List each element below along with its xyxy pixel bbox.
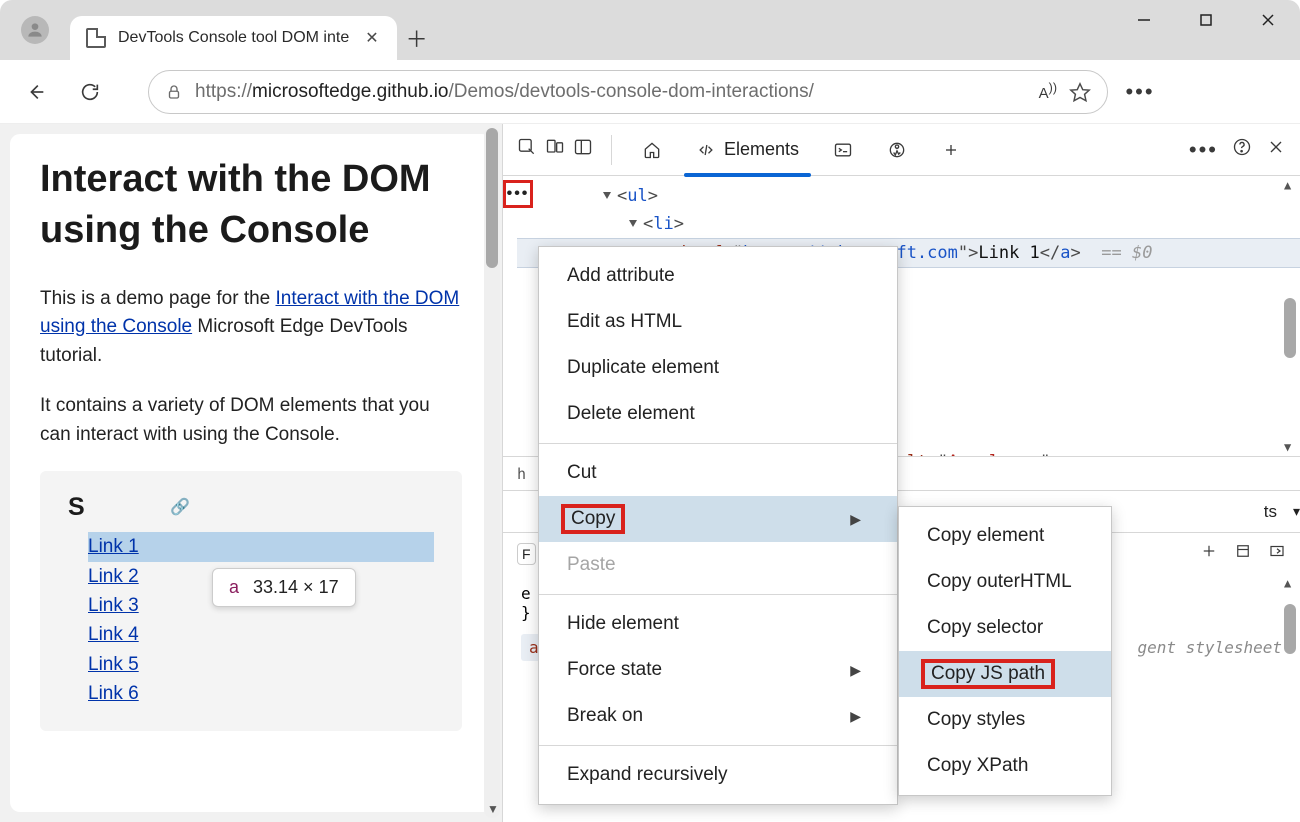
lock-icon [165, 83, 183, 101]
window-controls [1124, 4, 1288, 36]
scroll-down-arrow[interactable]: ▼ [1284, 440, 1291, 454]
submenu-copy-styles[interactable]: Copy styles [899, 697, 1111, 743]
scrollbar-thumb[interactable] [1284, 604, 1296, 654]
intro-paragraph-2: It contains a variety of DOM elements th… [40, 392, 462, 449]
menu-edit-as-html[interactable]: Edit as HTML [539, 299, 897, 345]
tooltip-tagname: a [229, 577, 239, 598]
close-window-button[interactable] [1248, 4, 1288, 36]
url-text: https://microsoftedge.github.io/Demos/de… [195, 81, 814, 103]
section-heading: S [68, 493, 434, 522]
favorite-icon[interactable] [1069, 81, 1091, 103]
browser-tab[interactable]: DevTools Console tool DOM inte ✕ [70, 16, 397, 60]
demo-link-4[interactable]: Link 4 [88, 620, 434, 649]
demo-link-6[interactable]: Link 6 [88, 679, 434, 708]
address-bar[interactable]: https://microsoftedge.github.io/Demos/de… [148, 70, 1108, 114]
welcome-tab[interactable] [630, 134, 674, 166]
content-pane: Interact with the DOM using the Console … [0, 124, 502, 822]
minimize-button[interactable] [1124, 4, 1164, 36]
demo-link-1[interactable]: Link 1 [88, 532, 434, 561]
tab-title: DevTools Console tool DOM inte [118, 29, 349, 47]
device-toolbar-icon[interactable] [545, 137, 565, 162]
menu-duplicate-element[interactable]: Duplicate element [539, 345, 897, 391]
element-inspect-tooltip: a 33.14 × 17 [212, 568, 356, 607]
menu-break-on[interactable]: Break on▶ [539, 693, 897, 739]
styles-scrollbar[interactable]: ▲ [1282, 576, 1298, 820]
page-icon [86, 28, 106, 48]
demo-link-5[interactable]: Link 5 [88, 650, 434, 679]
inspect-element-icon[interactable] [517, 137, 537, 162]
scroll-down-arrow[interactable]: ▼ [487, 802, 499, 816]
sources-tab-icon[interactable] [875, 134, 919, 166]
new-style-button[interactable] [1234, 542, 1252, 565]
menu-force-state[interactable]: Force state▶ [539, 647, 897, 693]
styles-tab-label-tail[interactable]: ts [1264, 502, 1277, 522]
tooltip-dimensions: 33.14 × 17 [253, 577, 339, 598]
reload-button[interactable] [68, 70, 112, 114]
scrollbar-thumb[interactable] [1284, 298, 1296, 358]
filter-input-icon[interactable]: F [517, 543, 536, 565]
anchor-link-icon[interactable]: 🔗 [170, 497, 190, 517]
new-tab-button[interactable]: ＋ [397, 16, 437, 60]
scroll-up-arrow[interactable]: ▲ [1284, 178, 1291, 192]
scrollbar-thumb[interactable] [486, 128, 498, 268]
content-scrollbar[interactable]: ▼ [484, 128, 500, 818]
settings-menu-button[interactable]: ••• [1118, 70, 1162, 114]
content-card: Interact with the DOM using the Console … [10, 134, 492, 812]
submenu-copy-selector[interactable]: Copy selector [899, 605, 1111, 651]
menu-hide-element[interactable]: Hide element [539, 601, 897, 647]
element-actions-button[interactable]: ••• [503, 180, 533, 208]
read-aloud-icon[interactable]: A)) [1039, 81, 1057, 102]
dock-side-icon[interactable] [573, 137, 593, 162]
profile-button[interactable] [0, 0, 70, 60]
elements-tab[interactable]: Elements [684, 133, 811, 166]
submenu-copy-js-path[interactable]: Copy JS path [899, 651, 1111, 697]
menu-delete-element[interactable]: Delete element [539, 391, 897, 437]
copy-submenu: Copy element Copy outerHTML Copy selecto… [898, 506, 1112, 796]
window-title-bar: DevTools Console tool DOM inte ✕ ＋ [0, 0, 1300, 60]
submenu-copy-xpath[interactable]: Copy XPath [899, 743, 1111, 789]
devtools-header: Elements ••• [503, 124, 1300, 176]
menu-copy[interactable]: Copy▶ [539, 496, 897, 542]
more-tabs-button[interactable] [929, 134, 973, 166]
computed-toggle-icon[interactable] [1268, 542, 1286, 565]
devtools-close-button[interactable] [1266, 137, 1286, 162]
element-context-menu: Add attribute Edit as HTML Duplicate ele… [538, 246, 898, 805]
tab-close-button[interactable]: ✕ [361, 24, 382, 52]
submenu-copy-outerhtml[interactable]: Copy outerHTML [899, 559, 1111, 605]
devtools-more-button[interactable]: ••• [1189, 137, 1218, 163]
dom-scrollbar[interactable]: ▲ ▼ [1282, 178, 1298, 454]
intro-paragraph: This is a demo page for the Interact wit… [40, 285, 462, 371]
page-heading: Interact with the DOM using the Console [40, 154, 462, 257]
browser-toolbar: https://microsoftedge.github.io/Demos/de… [0, 60, 1300, 124]
menu-expand-recursively[interactable]: Expand recursively [539, 752, 897, 798]
toggle-class-button[interactable] [1200, 542, 1218, 565]
submenu-copy-element[interactable]: Copy element [899, 513, 1111, 559]
back-button[interactable] [14, 70, 58, 114]
console-tab-icon[interactable] [821, 134, 865, 166]
menu-add-attribute[interactable]: Add attribute [539, 253, 897, 299]
menu-paste: Paste [539, 542, 897, 588]
menu-cut[interactable]: Cut [539, 450, 897, 496]
maximize-button[interactable] [1186, 4, 1226, 36]
help-icon[interactable] [1232, 137, 1252, 162]
